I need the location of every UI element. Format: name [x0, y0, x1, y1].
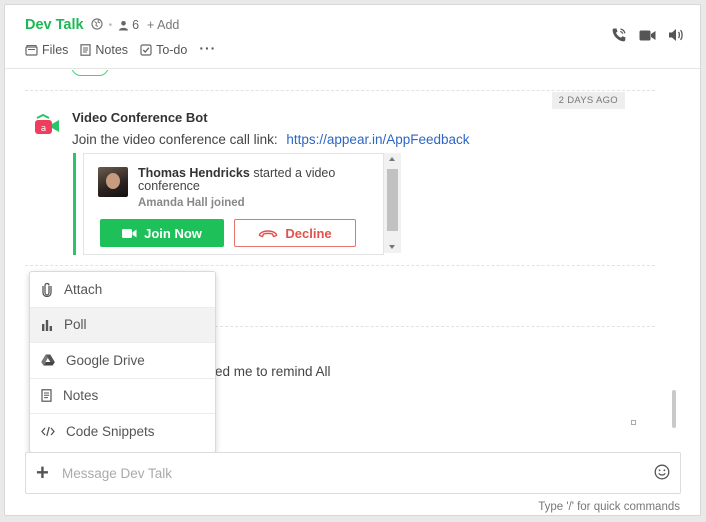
tab-files[interactable]: Files — [25, 43, 68, 57]
resize-indicator — [631, 420, 636, 425]
date-divider: 2 DAYS AGO — [25, 90, 655, 109]
bot-message-text: Join the video conference call link: — [72, 132, 278, 147]
previous-message-button[interactable] — [71, 70, 109, 76]
menu-item-label: Google Drive — [66, 352, 145, 368]
tab-notes-label: Notes — [95, 43, 129, 57]
emoji-icon[interactable] — [654, 464, 670, 485]
call-title: Thomas Hendricks started a video confere… — [138, 167, 378, 193]
message-divider — [215, 326, 655, 327]
video-call-card: Thomas Hendricks started a video confere… — [73, 153, 401, 255]
tab-notes[interactable]: Notes — [80, 43, 128, 57]
menu-item-label: Attach — [64, 281, 103, 297]
tab-files-label: Files — [42, 43, 69, 57]
tab-todo[interactable]: To-do — [140, 43, 187, 57]
message-divider — [25, 265, 655, 266]
conference-link[interactable]: https://appear.in/AppFeedback — [286, 132, 469, 147]
tab-todo-label: To-do — [156, 43, 188, 57]
reminder-message: ed me to remind All — [215, 364, 331, 379]
more-options-button[interactable]: ··· — [199, 40, 216, 56]
title-separator: • — [108, 19, 113, 31]
member-count-value: 6 — [132, 18, 140, 32]
menu-item-code-snippets[interactable]: Code Snippets — [30, 414, 215, 450]
caller-avatar[interactable] — [98, 167, 128, 197]
menu-item-notes[interactable]: Notes — [30, 379, 215, 414]
message-input[interactable] — [62, 463, 642, 483]
poll-icon — [42, 319, 52, 331]
channel-name[interactable]: Dev Talk — [25, 17, 84, 33]
bot-sender-name[interactable]: Video Conference Bot — [72, 110, 208, 125]
menu-item-attach[interactable]: Attach — [30, 272, 215, 308]
decline-button[interactable]: Decline — [234, 219, 356, 247]
decline-label: Decline — [285, 225, 332, 241]
caller-name[interactable]: Thomas Hendricks — [138, 166, 250, 180]
call-card-body: Thomas Hendricks started a video confere… — [83, 153, 384, 255]
video-bot-avatar-icon[interactable]: a — [35, 113, 61, 141]
notes-icon — [80, 44, 92, 56]
files-icon — [25, 44, 38, 56]
channel-tabs: Files Notes To-do ··· — [25, 40, 216, 57]
card-scrollbar-thumb[interactable] — [387, 169, 398, 231]
speaker-icon[interactable] — [668, 28, 684, 47]
code-icon — [41, 427, 55, 437]
channel-header: Dev Talk • 6 + Add Files Notes To-do ··· — [5, 5, 700, 69]
message-list-scrollbar[interactable] — [672, 390, 676, 428]
members-icon — [119, 20, 129, 30]
channel-title-row: Dev Talk • 6 + Add — [25, 17, 179, 33]
google-drive-icon — [41, 354, 55, 366]
scroll-down-arrow-icon[interactable] — [389, 245, 395, 249]
member-count[interactable]: 6 — [118, 18, 139, 32]
video-camera-icon — [122, 228, 137, 238]
date-badge: 2 DAYS AGO — [551, 92, 625, 109]
join-now-button[interactable]: Join Now — [100, 219, 224, 247]
notes-icon — [41, 389, 52, 403]
menu-item-label: Poll — [64, 317, 87, 333]
paperclip-icon — [42, 282, 52, 297]
scroll-up-arrow-icon[interactable] — [389, 157, 395, 161]
quick-commands-hint: Type '/' for quick commands — [538, 501, 680, 513]
hang-up-icon — [259, 229, 278, 237]
add-member-button[interactable]: + Add — [147, 18, 179, 32]
phone-call-icon[interactable] — [611, 27, 627, 48]
menu-item-label: Code Snippets — [66, 424, 155, 440]
menu-item-poll[interactable]: Poll — [30, 307, 215, 343]
globe-icon[interactable] — [90, 17, 103, 33]
join-now-label: Join Now — [144, 225, 202, 241]
chat-window: Dev Talk • 6 + Add Files Notes To-do ···… — [4, 4, 701, 516]
svg-text:a: a — [41, 124, 47, 134]
header-actions — [611, 27, 684, 48]
video-call-icon[interactable] — [639, 29, 656, 47]
menu-item-google-drive[interactable]: Google Drive — [30, 343, 215, 379]
call-participants: Amanda Hall joined — [138, 197, 245, 209]
todo-icon — [140, 44, 152, 56]
card-scrollbar[interactable] — [384, 153, 401, 253]
message-composer: + — [25, 452, 681, 494]
add-attachment-icon[interactable]: + — [36, 462, 49, 484]
menu-item-label: Notes — [63, 388, 99, 404]
attach-menu: Attach Poll Google Drive Notes Code Snip… — [29, 271, 216, 453]
bot-message: Join the video conference call link: htt… — [72, 132, 470, 147]
